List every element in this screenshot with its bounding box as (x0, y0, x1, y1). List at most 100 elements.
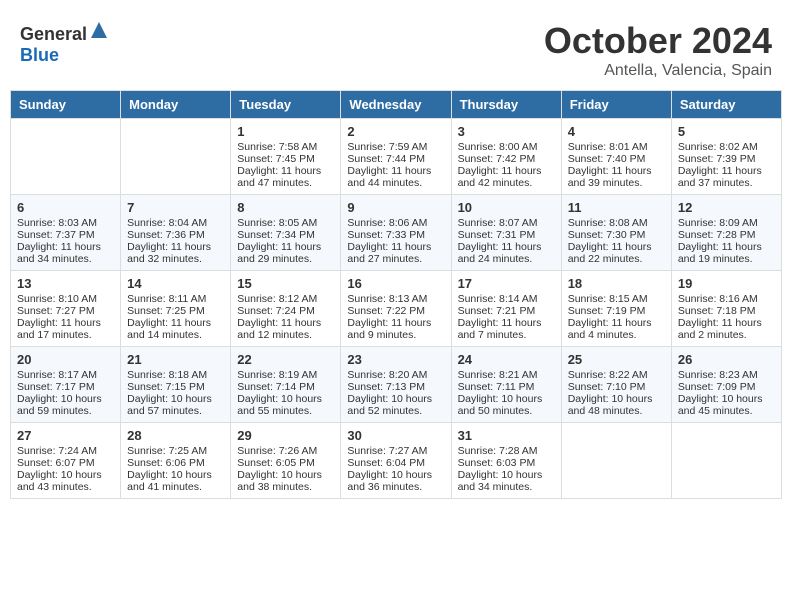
daylight-text: Daylight: 11 hours and 29 minutes. (237, 241, 334, 265)
table-row: 8Sunrise: 8:05 AMSunset: 7:34 PMDaylight… (231, 195, 341, 271)
day-number: 15 (237, 276, 334, 291)
table-row: 4Sunrise: 8:01 AMSunset: 7:40 PMDaylight… (561, 119, 671, 195)
daylight-text: Daylight: 10 hours and 50 minutes. (458, 393, 555, 417)
sunset-text: Sunset: 7:15 PM (127, 381, 224, 393)
sunset-text: Sunset: 7:14 PM (237, 381, 334, 393)
sunset-text: Sunset: 7:10 PM (568, 381, 665, 393)
sunrise-text: Sunrise: 7:24 AM (17, 445, 114, 457)
logo-blue: Blue (20, 45, 59, 65)
sunrise-text: Sunrise: 8:15 AM (568, 293, 665, 305)
sunset-text: Sunset: 7:19 PM (568, 305, 665, 317)
sunrise-text: Sunrise: 8:20 AM (347, 369, 444, 381)
table-row: 18 Sunrise: 8:15 AMSunset: 7:19 PMDayligh… (561, 271, 671, 347)
sunrise-text: Sunrise: 7:59 AM (347, 141, 444, 153)
day-number: 7 (127, 200, 224, 215)
col-wednesday: Wednesday (341, 91, 451, 119)
sunrise-text: Sunrise: 8:00 AM (458, 141, 555, 153)
daylight-text: Daylight: 10 hours and 38 minutes. (237, 469, 334, 493)
sunset-text: Sunset: 6:03 PM (458, 457, 555, 469)
table-row: 7Sunrise: 8:04 AMSunset: 7:36 PMDaylight… (121, 195, 231, 271)
sunset-text: Sunset: 7:31 PM (458, 229, 555, 241)
day-number: 1 (237, 124, 334, 139)
daylight-text: Daylight: 11 hours and 24 minutes. (458, 241, 555, 265)
daylight-text: Daylight: 11 hours and 27 minutes. (347, 241, 444, 265)
day-number: 17 (458, 276, 555, 291)
col-saturday: Saturday (671, 91, 781, 119)
sunset-text: Sunset: 6:04 PM (347, 457, 444, 469)
table-row (561, 423, 671, 499)
day-number: 2 (347, 124, 444, 139)
sunrise-text: Sunrise: 8:16 AM (678, 293, 775, 305)
sunrise-text: Sunrise: 8:22 AM (568, 369, 665, 381)
table-row: 12Sunrise: 8:09 AMSunset: 7:28 PMDayligh… (671, 195, 781, 271)
page-header: General Blue October 2024 Antella, Valen… (10, 10, 782, 85)
location-title: Antella, Valencia, Spain (544, 62, 772, 80)
sunrise-text: Sunrise: 7:25 AM (127, 445, 224, 457)
sunset-text: Sunset: 7:09 PM (678, 381, 775, 393)
logo-text: General Blue (20, 20, 109, 66)
day-number: 25 (568, 352, 665, 367)
daylight-text: Daylight: 10 hours and 55 minutes. (237, 393, 334, 417)
table-row: 1Sunrise: 7:58 AMSunset: 7:45 PMDaylight… (231, 119, 341, 195)
daylight-text: Daylight: 11 hours and 22 minutes. (568, 241, 665, 265)
table-row: 13Sunrise: 8:10 AMSunset: 7:27 PMDayligh… (11, 271, 121, 347)
table-row: 25Sunrise: 8:22 AMSunset: 7:10 PMDayligh… (561, 347, 671, 423)
day-number: 11 (568, 200, 665, 215)
sunrise-text: Sunrise: 8:03 AM (17, 217, 114, 229)
sunrise-text: Sunrise: 8:14 AM (458, 293, 555, 305)
col-tuesday: Tuesday (231, 91, 341, 119)
sunrise-text: Sunrise: 8:11 AM (127, 293, 224, 305)
day-number: 3 (458, 124, 555, 139)
sunrise-text: Sunrise: 8:06 AM (347, 217, 444, 229)
table-row: 15Sunrise: 8:12 AMSunset: 7:24 PMDayligh… (231, 271, 341, 347)
sunset-text: Sunset: 7:34 PM (237, 229, 334, 241)
calendar-week-5: 27Sunrise: 7:24 AMSunset: 6:07 PMDayligh… (11, 423, 782, 499)
day-number: 23 (347, 352, 444, 367)
table-row (121, 119, 231, 195)
daylight-text: Daylight: 10 hours and 34 minutes. (458, 469, 555, 493)
table-row: 9Sunrise: 8:06 AMSunset: 7:33 PMDaylight… (341, 195, 451, 271)
day-number: 18 (568, 276, 665, 291)
sunset-text: Sunset: 7:17 PM (17, 381, 114, 393)
daylight-text: Daylight: 11 hours and 2 minutes. (678, 317, 775, 341)
table-row: 16Sunrise: 8:13 AMSunset: 7:22 PMDayligh… (341, 271, 451, 347)
sunset-text: Sunset: 7:39 PM (678, 153, 775, 165)
day-number: 29 (237, 428, 334, 443)
day-number: 10 (458, 200, 555, 215)
sunset-text: Sunset: 7:36 PM (127, 229, 224, 241)
sunset-text: Sunset: 7:44 PM (347, 153, 444, 165)
table-row: 21Sunrise: 8:18 AMSunset: 7:15 PMDayligh… (121, 347, 231, 423)
sunrise-text: Sunrise: 8:01 AM (568, 141, 665, 153)
day-number: 28 (127, 428, 224, 443)
sunset-text: Sunset: 7:24 PM (237, 305, 334, 317)
table-row (11, 119, 121, 195)
sunrise-text: Sunrise: 8:08 AM (568, 217, 665, 229)
day-number: 30 (347, 428, 444, 443)
daylight-text: Daylight: 11 hours and 12 minutes. (237, 317, 334, 341)
daylight-text: Daylight: 10 hours and 52 minutes. (347, 393, 444, 417)
table-row: 5Sunrise: 8:02 AMSunset: 7:39 PMDaylight… (671, 119, 781, 195)
sunrise-text: Sunrise: 8:09 AM (678, 217, 775, 229)
table-row: 23Sunrise: 8:20 AMSunset: 7:13 PMDayligh… (341, 347, 451, 423)
sunrise-text: Sunrise: 8:21 AM (458, 369, 555, 381)
col-friday: Friday (561, 91, 671, 119)
daylight-text: Daylight: 11 hours and 4 minutes. (568, 317, 665, 341)
table-row: 6Sunrise: 8:03 AMSunset: 7:37 PMDaylight… (11, 195, 121, 271)
table-row: 14Sunrise: 8:11 AMSunset: 7:25 PMDayligh… (121, 271, 231, 347)
daylight-text: Daylight: 10 hours and 45 minutes. (678, 393, 775, 417)
table-row: 28Sunrise: 7:25 AMSunset: 6:06 PMDayligh… (121, 423, 231, 499)
sunrise-text: Sunrise: 7:27 AM (347, 445, 444, 457)
day-number: 6 (17, 200, 114, 215)
daylight-text: Daylight: 11 hours and 42 minutes. (458, 165, 555, 189)
day-number: 12 (678, 200, 775, 215)
sunrise-text: Sunrise: 8:19 AM (237, 369, 334, 381)
sunset-text: Sunset: 7:11 PM (458, 381, 555, 393)
table-row: 29Sunrise: 7:26 AMSunset: 6:05 PMDayligh… (231, 423, 341, 499)
table-row: 20Sunrise: 8:17 AMSunset: 7:17 PMDayligh… (11, 347, 121, 423)
table-row: 27Sunrise: 7:24 AMSunset: 6:07 PMDayligh… (11, 423, 121, 499)
table-row: 17Sunrise: 8:14 AMSunset: 7:21 PMDayligh… (451, 271, 561, 347)
sunset-text: Sunset: 7:42 PM (458, 153, 555, 165)
day-number: 13 (17, 276, 114, 291)
calendar-table: Sunday Monday Tuesday Wednesday Thursday… (10, 90, 782, 499)
sunset-text: Sunset: 7:30 PM (568, 229, 665, 241)
